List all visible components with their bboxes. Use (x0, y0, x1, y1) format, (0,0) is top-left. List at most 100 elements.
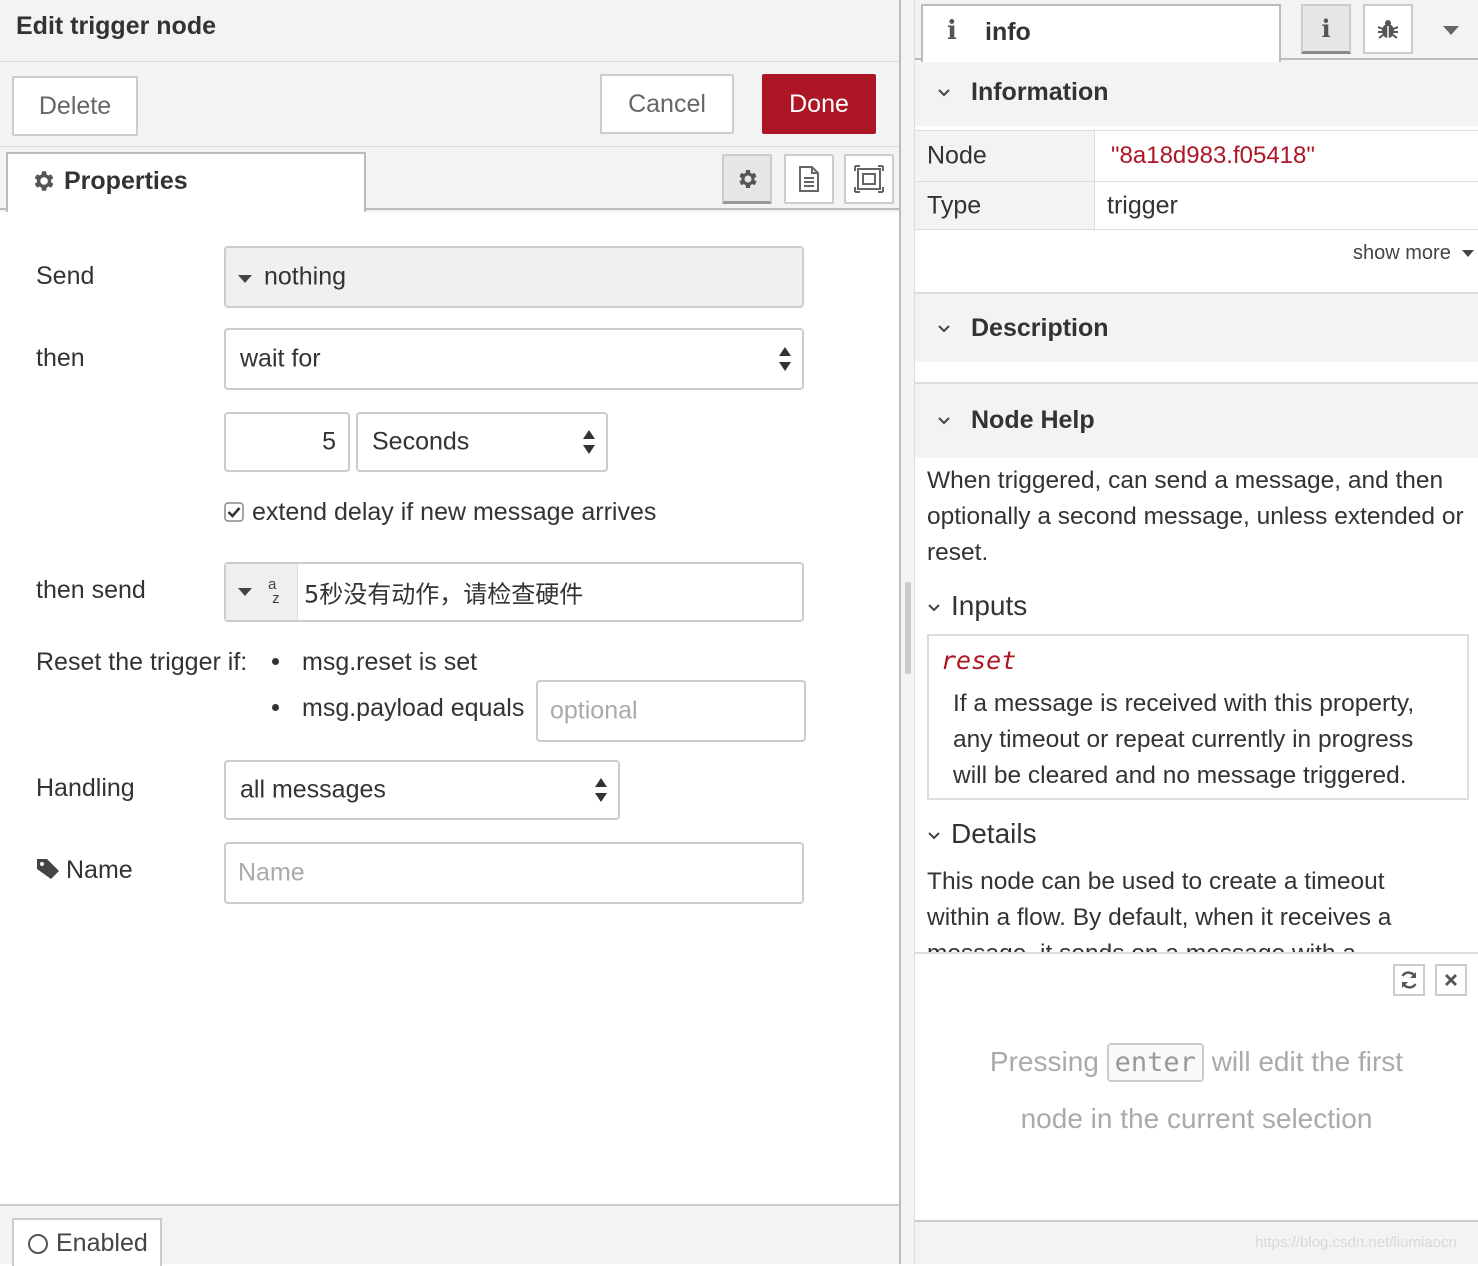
tip-after: will edit the first (1211, 1046, 1404, 1077)
description-section-header[interactable]: Description (915, 292, 1478, 362)
delete-button[interactable]: Delete (12, 76, 138, 136)
chevron-down-icon (928, 603, 940, 612)
description-header-label: Description (971, 314, 1109, 342)
node-settings-button[interactable] (722, 154, 772, 204)
watermark: https://blog.csdn.net/liumiaocn (1255, 1234, 1457, 1251)
refresh-tip-button[interactable] (1393, 964, 1425, 996)
details-text: This node can be used to create a timeou… (927, 868, 1392, 952)
show-more-link[interactable]: show more (1353, 242, 1475, 265)
caret-down-icon (1462, 250, 1475, 258)
string-type-icon: a z (268, 576, 280, 607)
input-reset-description: If a message is received with this prope… (953, 690, 1415, 789)
reset-option-msg-reset: msg.reset is set (302, 648, 478, 676)
extend-delay-checkbox[interactable] (224, 502, 244, 522)
tab-info[interactable]: i info (921, 4, 1281, 62)
caret-down-icon (238, 275, 252, 283)
tab-properties-label: Properties (64, 167, 188, 195)
updown-arrows-icon (583, 430, 595, 454)
cancel-button[interactable]: Cancel (600, 74, 734, 134)
node-help-section-header[interactable]: Node Help (915, 382, 1478, 458)
handling-label: Handling (36, 774, 135, 802)
details-header-label: Details (951, 818, 1037, 849)
inputs-header-label: Inputs (951, 590, 1028, 621)
bullet (272, 658, 279, 665)
information-header-label: Information (971, 78, 1109, 106)
info-icon: i (1321, 14, 1331, 43)
tip-before: Pressing (989, 1046, 1099, 1077)
info-tab-button[interactable]: i (1301, 4, 1351, 54)
reset-label: Reset the trigger if: (36, 648, 248, 676)
tip-key: enter (1106, 1043, 1204, 1082)
node-key-label: Node (927, 141, 987, 170)
chevron-down-icon (938, 89, 950, 97)
enabled-label: Enabled (56, 1229, 148, 1257)
extend-delay-label: extend delay if new message arrives (252, 498, 657, 526)
type-selector-button[interactable]: a z (226, 564, 298, 620)
handling-select[interactable]: all messages (224, 760, 620, 820)
chevron-down-icon (938, 417, 950, 425)
done-button[interactable]: Done (762, 74, 876, 134)
toolbar-divider (0, 146, 899, 147)
editor-tabbar: Properties (0, 152, 899, 212)
info-key: Type (915, 182, 1095, 229)
send-label: Send (36, 262, 95, 290)
sidebar-tabbar: i info i (915, 0, 1478, 62)
delay-units-select[interactable]: Seconds (356, 412, 608, 472)
bullet (272, 704, 279, 711)
sidebar-menu-caret-icon[interactable] (1443, 26, 1459, 35)
circle-icon (28, 1234, 48, 1254)
reset-payload-input[interactable]: optional (536, 680, 806, 742)
inputs-box: reset If a message is received with this… (927, 634, 1469, 800)
sidebar: i info i Information Node "8a18d983.f054… (915, 0, 1478, 1264)
splitter-handle[interactable] (905, 582, 911, 674)
caret-down-icon (238, 588, 252, 596)
info-key: Node (915, 131, 1095, 181)
information-section-header[interactable]: Information (915, 62, 1478, 126)
name-input[interactable]: Name (224, 842, 804, 904)
info-icon: i (947, 16, 957, 46)
gear-icon (739, 169, 757, 188)
node-appearance-button[interactable] (844, 154, 894, 204)
node-description-button[interactable] (784, 154, 834, 204)
enabled-toggle[interactable]: Enabled (12, 1218, 162, 1266)
properties-form: Send nothing then wait for 5 Seconds ext… (0, 212, 899, 1204)
reset-payload-placeholder: optional (550, 696, 638, 725)
type-value: trigger (1107, 191, 1178, 219)
node-id-value[interactable]: "8a18d983.f05418" (1111, 142, 1315, 170)
node-help-header-label: Node Help (971, 406, 1095, 434)
then-select[interactable]: wait for (224, 328, 804, 390)
name-placeholder: Name (238, 858, 305, 887)
delay-input[interactable]: 5 (224, 412, 350, 472)
sidebar-splitter[interactable] (901, 0, 915, 1264)
then-send-typed-input[interactable]: a z 5秒没有动作，请检查硬件 (224, 562, 804, 622)
chevron-down-icon (928, 831, 940, 840)
node-help-intro: When triggered, can send a message, and … (927, 467, 1464, 566)
show-more-label: show more (1353, 242, 1451, 264)
delay-value: 5 (322, 427, 336, 456)
then-send-value: 5秒没有动作，请检查硬件 (304, 580, 584, 609)
debug-tab-button[interactable] (1363, 4, 1413, 54)
close-icon (1445, 974, 1457, 986)
appearance-frame-icon (854, 165, 884, 193)
tag-icon (37, 859, 59, 879)
inputs-header[interactable]: Inputs (927, 590, 1027, 622)
info-panel: Information Node "8a18d983.f05418" Type … (915, 62, 1478, 952)
handling-value: all messages (240, 775, 386, 804)
tip-text: Pressing enter will edit the first node … (915, 1034, 1478, 1147)
updown-arrows-icon (595, 778, 607, 802)
info-row-type: Type trigger (915, 182, 1478, 230)
bug-icon (1377, 20, 1399, 39)
updown-arrows-icon (779, 347, 791, 371)
reset-option-payload-equals: msg.payload equals (302, 694, 525, 722)
send-select[interactable]: nothing (224, 246, 804, 308)
tab-properties[interactable]: Properties (6, 152, 366, 212)
then-label: then (36, 344, 85, 372)
edit-tray: Edit trigger node Delete Cancel Done Pro… (0, 0, 901, 1266)
input-reset-name: reset (941, 646, 1017, 675)
tip-line-1: Pressing enter will edit the first (915, 1034, 1478, 1091)
close-tips-button[interactable] (1435, 964, 1467, 996)
refresh-icon (1401, 971, 1417, 989)
tray-header: Edit trigger node (0, 0, 899, 62)
details-header[interactable]: Details (927, 818, 1037, 850)
document-icon (799, 166, 819, 192)
